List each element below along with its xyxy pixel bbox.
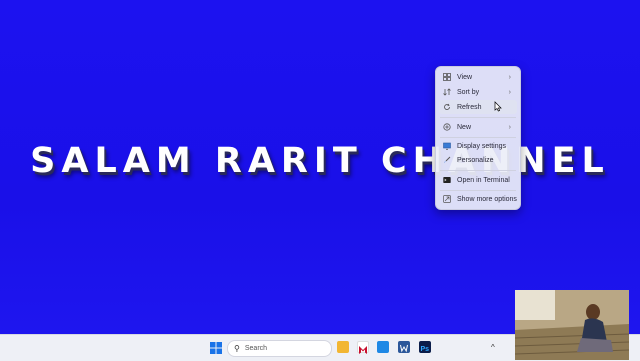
menu-item-label: Show more options — [457, 195, 517, 203]
menu-item-open-in-terminal[interactable]: Open in Terminal — [439, 173, 517, 187]
mouse-pointer-icon — [494, 101, 502, 112]
menu-item-sort-by[interactable]: Sort by › — [439, 85, 517, 99]
file-explorer-icon[interactable] — [337, 341, 349, 353]
menu-item-label: Display settings — [457, 142, 507, 150]
sort-icon — [443, 88, 451, 96]
desktop-context-menu: View › Sort by › Refresh New › Display s… — [435, 66, 521, 210]
chevron-right-icon: › — [508, 73, 511, 81]
search-placeholder: Search — [244, 345, 268, 352]
more-options-icon — [443, 195, 451, 203]
search-icon: ⚲ — [234, 344, 240, 353]
word-icon[interactable] — [398, 341, 410, 353]
menu-divider — [440, 190, 516, 191]
photoshop-icon[interactable]: Ps — [419, 341, 431, 353]
menu-item-label: View — [457, 73, 473, 81]
menu-divider — [440, 137, 516, 138]
menu-item-display-settings[interactable]: Display settings — [439, 139, 517, 153]
menu-item-refresh[interactable]: Refresh — [439, 100, 517, 114]
terminal-icon — [443, 176, 451, 184]
wallpaper-banner-text: SALAM RARIT CHANNEL — [30, 141, 610, 181]
chevron-right-icon: › — [508, 88, 511, 96]
menu-item-show-more-options[interactable]: Show more options — [439, 192, 517, 206]
grid-icon — [443, 73, 451, 81]
menu-item-personalize[interactable]: Personalize — [439, 153, 517, 167]
plus-circle-icon — [443, 123, 451, 131]
blue-app-icon[interactable] — [377, 341, 389, 353]
menu-divider — [440, 170, 516, 171]
mcafee-icon[interactable] — [357, 341, 369, 354]
refresh-icon — [443, 103, 451, 111]
display-icon — [443, 142, 451, 150]
menu-item-label: New — [457, 123, 472, 131]
windows-logo-icon — [210, 342, 222, 354]
menu-item-label: Open in Terminal — [457, 176, 510, 184]
menu-divider — [440, 117, 516, 118]
menu-item-label: Personalize — [457, 156, 494, 164]
desktop-background[interactable]: SALAM RARIT CHANNEL — [0, 0, 640, 334]
chevron-right-icon: › — [508, 123, 511, 131]
menu-item-view[interactable]: View › — [439, 70, 517, 84]
menu-item-label: Refresh — [457, 103, 482, 111]
menu-item-new[interactable]: New › — [439, 120, 517, 134]
menu-item-label: Sort by — [457, 88, 480, 96]
webcam-overlay-video — [515, 290, 629, 360]
taskbar-search-box[interactable]: ⚲ Search — [227, 340, 332, 357]
start-button[interactable] — [210, 341, 222, 354]
tray-overflow-caret[interactable]: ^ — [491, 343, 495, 352]
brush-icon — [443, 156, 451, 164]
svg-text:Ps: Ps — [421, 346, 430, 353]
